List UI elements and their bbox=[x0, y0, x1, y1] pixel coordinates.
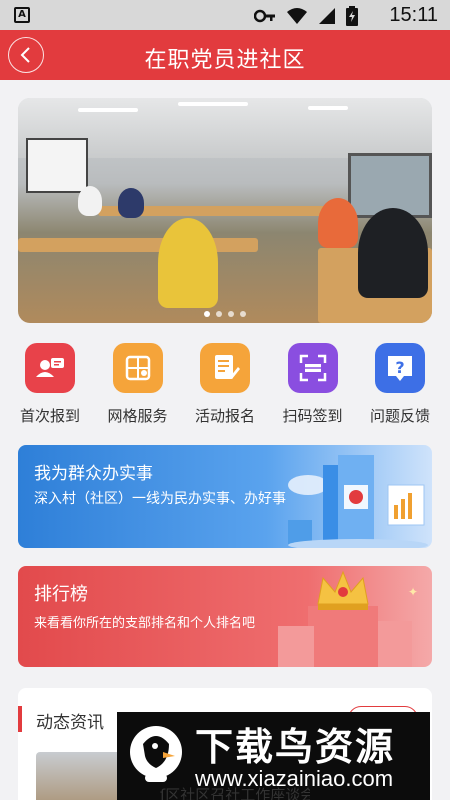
carousel-dot[interactable] bbox=[216, 311, 222, 317]
bird-logo-icon bbox=[130, 726, 182, 782]
app-notification-icon: A bbox=[14, 7, 30, 23]
carousel-dot[interactable] bbox=[204, 311, 210, 317]
status-bar: A 15:11 bbox=[0, 0, 450, 30]
scan-icon bbox=[287, 343, 338, 393]
quick-action-first-report[interactable]: 首次报到 bbox=[8, 340, 92, 430]
banner-photo-person bbox=[118, 188, 144, 218]
grid-service-icon bbox=[112, 343, 163, 393]
city-building-illustration bbox=[288, 455, 428, 548]
app-header: 在职党员进社区 bbox=[0, 30, 450, 80]
ranking-card-title: 排行榜 bbox=[34, 584, 88, 605]
banner-carousel[interactable] bbox=[18, 98, 432, 323]
service-card-subtitle: 深入村（社区）一线为民办实事、办好事 bbox=[34, 491, 286, 507]
wifi-icon bbox=[287, 8, 307, 24]
quick-action-label: 问题反馈 bbox=[369, 407, 430, 425]
page-title: 在职党员进社区 bbox=[144, 48, 306, 73]
svg-text:✦: ✦ bbox=[408, 585, 418, 599]
banner-photo-table bbox=[18, 238, 258, 252]
carousel-indicator bbox=[18, 311, 432, 317]
service-card-title: 我为群众办实事 bbox=[34, 464, 153, 484]
quick-action-feedback[interactable]: ? 问题反馈 bbox=[358, 340, 442, 430]
user-card-icon bbox=[25, 343, 75, 393]
crown-podium-illustration: ✦ ✦ bbox=[278, 570, 418, 667]
quick-action-label: 网格服务 bbox=[107, 407, 168, 425]
battery-charging-icon bbox=[346, 6, 358, 26]
banner-photo-light bbox=[308, 106, 348, 110]
svg-text:?: ? bbox=[395, 358, 404, 377]
ranking-card-subtitle: 来看看你所在的支部排名和个人排名吧 bbox=[34, 616, 256, 631]
status-time: 15:11 bbox=[389, 4, 438, 26]
banner-photo-person bbox=[78, 186, 102, 216]
quick-action-scan-checkin[interactable]: 扫码签到 bbox=[271, 340, 355, 430]
banner-photo-person bbox=[318, 198, 358, 248]
quick-action-label: 扫码签到 bbox=[282, 407, 343, 425]
form-edit-icon bbox=[200, 343, 250, 393]
carousel-dot[interactable] bbox=[228, 311, 234, 317]
ranking-card[interactable]: 排行榜 来看看你所在的支部排名和个人排名吧 ✦ ✦ bbox=[18, 566, 432, 667]
service-card[interactable]: 我为群众办实事 深入村（社区）一线为民办实事、办好事 bbox=[18, 445, 432, 548]
quick-action-label: 首次报到 bbox=[19, 407, 80, 425]
banner-photo-person bbox=[358, 208, 428, 298]
quick-action-grid-service[interactable]: 网格服务 bbox=[96, 340, 180, 430]
signal-icon bbox=[319, 8, 335, 24]
banner-photo-light bbox=[178, 102, 248, 106]
carousel-dot[interactable] bbox=[240, 311, 246, 317]
watermark-title: 下载鸟资源 bbox=[195, 725, 396, 769]
banner-photo-person bbox=[158, 218, 218, 308]
quick-action-label: 活动报名 bbox=[194, 407, 255, 425]
news-section-accent bbox=[18, 706, 22, 732]
key-icon bbox=[254, 9, 275, 23]
banner-photo-light bbox=[78, 108, 138, 112]
question-icon: ? bbox=[375, 343, 425, 393]
banner-photo-projector-screen bbox=[26, 138, 88, 193]
quick-action-event-signup[interactable]: 活动报名 bbox=[183, 340, 267, 430]
quick-actions: 首次报到 网格服务 活动报名 扫码签到 ? 问题反馈 bbox=[0, 340, 450, 430]
news-section-title: 动态资讯 bbox=[36, 713, 104, 733]
news-item-title-partial[interactable]: ſ区社区召社工作座谈会 bbox=[160, 784, 310, 800]
